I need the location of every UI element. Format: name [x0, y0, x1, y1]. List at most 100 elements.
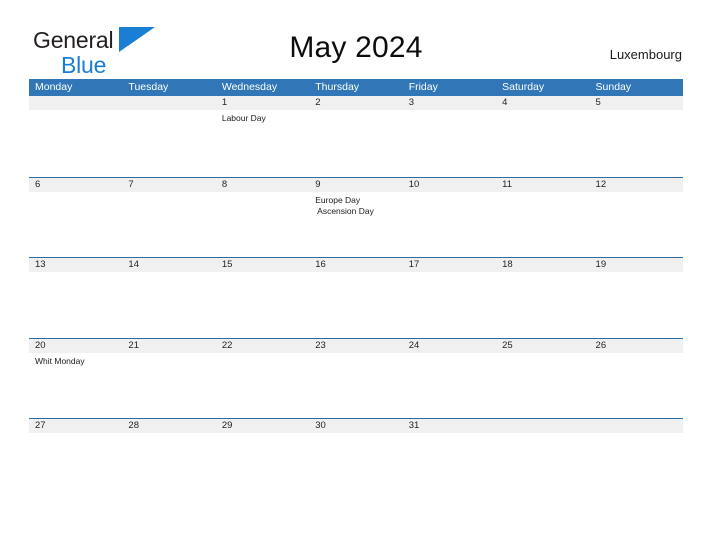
day-number-10[interactable]: 10 [403, 178, 496, 192]
region-label: Luxembourg [609, 47, 682, 62]
day-cell-10[interactable] [403, 192, 496, 258]
day-cell-31[interactable] [403, 433, 496, 499]
week-event-strip [29, 272, 683, 338]
day-number-27[interactable]: 27 [29, 419, 122, 433]
day-number-20[interactable]: 20 [29, 339, 122, 353]
calendar-week-row: 6 7 8 9 10 11 12 Europe Day Ascension Day [29, 176, 683, 258]
day-cell-15[interactable] [216, 272, 309, 338]
day-number-7[interactable]: 7 [122, 178, 215, 192]
day-cell-22[interactable] [216, 353, 309, 419]
weekday-header-row: Monday Tuesday Wednesday Thursday Friday Satu… [29, 79, 683, 96]
day-cell-13[interactable] [29, 272, 122, 338]
day-number-28[interactable]: 28 [122, 419, 215, 433]
weekday-header-sunday: Sunday [595, 81, 632, 93]
week-date-strip: 13 14 15 16 17 18 19 [29, 258, 683, 272]
day-number-21[interactable]: 21 [122, 339, 215, 353]
week-date-strip: 12345 [29, 96, 683, 110]
week-event-strip: Whit Monday [29, 352, 683, 419]
day-number-17[interactable]: 17 [403, 258, 496, 272]
week-event-strip [29, 433, 683, 499]
day-cell-27[interactable] [29, 433, 122, 499]
holiday-label: Labour Day [221, 113, 266, 123]
day-cell-11[interactable] [496, 192, 589, 258]
day-cell-4[interactable] [496, 110, 589, 176]
holiday-label: Whit Monday [35, 355, 85, 366]
day-number-15[interactable]: 15 [216, 258, 309, 272]
page-title: May 2024 [289, 31, 423, 64]
day-number-11[interactable]: 11 [496, 178, 589, 192]
week-event-strip: Europe Day Ascension Day [29, 191, 683, 258]
day-cell-24[interactable] [403, 353, 496, 419]
calendar-week-row: 27 28 29 30 31 [29, 418, 683, 499]
day-cell-21[interactable] [122, 353, 215, 419]
day-number-30[interactable]: 30 [309, 419, 402, 433]
calendar-weeks: 1 2 3 4 5 Labour Day 6 7 8 9 10 11 12 Europe Day Asce… [29, 96, 683, 499]
calendar-grid: Monday Tuesday Wednesday Thursday Friday Satu… [29, 79, 683, 499]
holiday-label: Ascension Day [315, 206, 374, 216]
day-number-2[interactable]: 2 [309, 96, 402, 110]
day-cell-6[interactable] [29, 192, 122, 258]
day-cell-empty [590, 433, 683, 499]
day-cell-12[interactable] [590, 192, 683, 258]
day-number-3[interactable]: 3 [403, 96, 496, 110]
day-cell-1[interactable]: Labour Day [216, 110, 309, 176]
day-cell-empty [29, 110, 122, 176]
day-number-empty [590, 419, 683, 433]
day-cell-18[interactable] [496, 272, 589, 338]
day-cell-25[interactable] [496, 353, 589, 419]
calendar-week-row: 1 2 3 4 5 Labour Day [29, 96, 683, 177]
day-number-18[interactable]: 18 [496, 258, 589, 272]
day-cell-28[interactable] [122, 433, 215, 499]
day-number-empty [29, 96, 122, 110]
day-cell-empty [122, 110, 215, 176]
day-number-14[interactable]: 14 [122, 258, 215, 272]
day-number-19[interactable]: 19 [590, 258, 683, 272]
day-number-22[interactable]: 22 [216, 339, 309, 353]
day-cell-3[interactable] [403, 110, 496, 176]
day-cell-8[interactable] [216, 192, 309, 258]
day-number-13[interactable]: 13 [29, 258, 122, 272]
weekday-header-thursday: Thursday [315, 81, 360, 93]
day-number-26[interactable]: 26 [590, 339, 683, 353]
day-cell-14[interactable] [122, 272, 215, 338]
weekday-header-monday: Monday [35, 81, 73, 93]
day-cell-9[interactable]: Europe Day Ascension Day [309, 192, 402, 258]
weekday-header-friday: Friday [408, 81, 438, 93]
day-cell-20[interactable]: Whit Monday [29, 353, 122, 419]
day-number-1[interactable]: 1 [216, 96, 309, 110]
day-cell-26[interactable] [590, 353, 683, 419]
calendar-week-row: 20 21 22 23 24 25 26 Whit Monday [29, 337, 683, 419]
calendar-week-row: 13 14 15 16 17 18 19 [29, 257, 683, 338]
day-number-9[interactable]: 9 [309, 178, 402, 192]
weekday-header-saturday: Saturday [502, 81, 545, 93]
day-cell-7[interactable] [122, 192, 215, 258]
day-number-12[interactable]: 12 [590, 178, 683, 192]
day-cell-empty [496, 433, 589, 499]
day-cell-29[interactable] [216, 433, 309, 499]
day-number-31[interactable]: 31 [403, 419, 496, 433]
week-date-strip: 20 21 22 23 24 25 26 [29, 338, 683, 353]
day-number-25[interactable]: 25 [496, 339, 589, 353]
day-cell-30[interactable] [309, 433, 402, 499]
day-number-24[interactable]: 24 [403, 339, 496, 353]
day-cell-2[interactable] [309, 110, 402, 176]
day-cell-17[interactable] [403, 272, 496, 338]
day-cell-5[interactable] [590, 110, 683, 176]
day-cell-19[interactable] [590, 272, 683, 338]
day-number-6[interactable]: 6 [29, 178, 122, 192]
week-event-strip: Labour Day [29, 110, 683, 176]
day-cell-23[interactable] [309, 353, 402, 419]
day-number-29[interactable]: 29 [216, 419, 309, 433]
holiday-label: Europe Day [315, 194, 361, 205]
day-number-4[interactable]: 4 [496, 96, 589, 110]
page-header: General Blue May 2024 Luxembourg [0, 0, 712, 77]
day-number-5[interactable]: 5 [590, 96, 683, 110]
day-number-23[interactable]: 23 [309, 339, 402, 353]
day-cell-16[interactable] [309, 272, 402, 338]
day-number-8[interactable]: 8 [216, 178, 309, 192]
day-number-empty [122, 96, 215, 110]
week-date-strip: 6 7 8 9 10 11 12 [29, 177, 683, 192]
day-number-empty [496, 419, 589, 433]
day-number-16[interactable]: 16 [309, 258, 402, 272]
weekday-header-wednesday: Wednesday [221, 81, 278, 93]
